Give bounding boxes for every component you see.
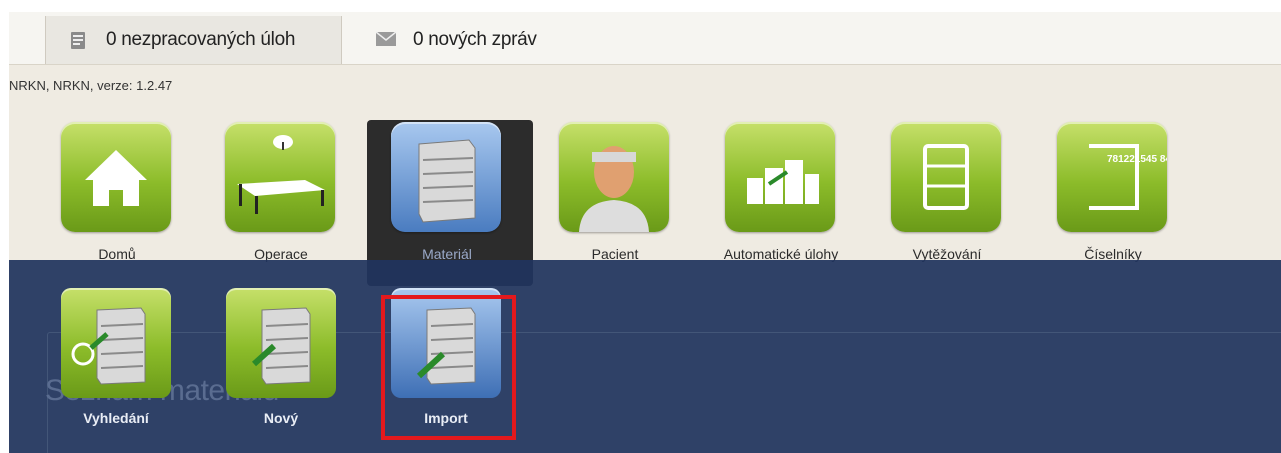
menu-tile-extraction[interactable]: Vytěžování (877, 122, 1003, 282)
import-highlight-frame (381, 295, 516, 440)
menu-tile-patient[interactable]: Pacient (545, 122, 671, 282)
submenu-tile-search[interactable]: Vyhledání (61, 288, 181, 428)
codebook-numbers: 781221545 840822763 581017286 (1107, 154, 1167, 165)
menu-tile-material[interactable]: Materiál (377, 122, 503, 282)
menu-tile-operations[interactable]: Operace (211, 122, 337, 282)
task-clipboard-icon (68, 30, 88, 50)
tasks-label: 0 nezpracovaných úloh (106, 29, 296, 50)
patient-icon (559, 122, 669, 232)
cabinet-new-icon (226, 288, 336, 398)
extraction-icon (891, 122, 1001, 232)
cabinet-search-icon (61, 288, 171, 398)
automatic-tasks-icon (725, 122, 835, 232)
submenu-tile-new[interactable]: Nový (226, 288, 346, 428)
submenu-tile-label: Nový (263, 410, 299, 426)
submenu-tile-label: Vyhledání (83, 410, 149, 426)
operating-table-icon (225, 122, 335, 232)
messages-tab[interactable]: 0 nových zpráv (353, 16, 653, 64)
cabinet-icon (391, 122, 501, 232)
messages-label: 0 nových zpráv (413, 29, 537, 50)
home-icon (61, 122, 171, 232)
codebook-icon: 781221545 840822763 581017286 (1057, 122, 1167, 232)
menu-tile-codebooks[interactable]: 781221545 840822763 581017286 Číselníky (1043, 122, 1169, 282)
notification-bar: 0 nezpracovaných úloh 0 nových zpráv (9, 12, 1281, 65)
app-window: 0 nezpracovaných úloh 0 nových zpráv NRK… (9, 12, 1281, 453)
menu-tile-home[interactable]: Domů (47, 122, 173, 282)
envelope-icon (375, 30, 397, 50)
menu-tile-automatic-tasks[interactable]: Automatické úlohy (711, 122, 838, 282)
version-text: NRKN, NRKN, verze: 1.2.47 (9, 78, 173, 93)
tasks-tab[interactable]: 0 nezpracovaných úloh (45, 16, 342, 64)
